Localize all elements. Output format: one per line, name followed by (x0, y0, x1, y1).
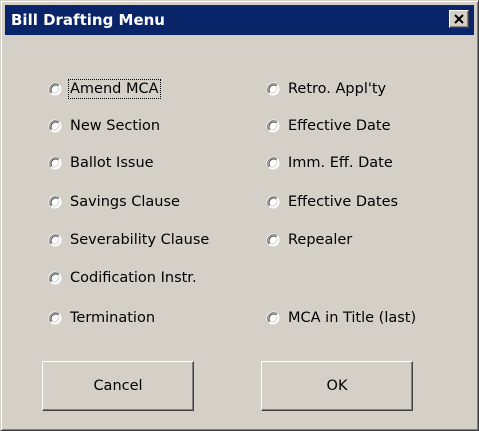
option-label: Repealer (288, 232, 353, 248)
radio-button-icon[interactable] (48, 233, 62, 247)
option-new-section[interactable]: New Section (48, 114, 161, 138)
radio-button-icon[interactable] (48, 156, 62, 170)
option-label: Codification Instr. (70, 270, 197, 286)
option-label: Effective Date (288, 118, 391, 134)
radio-button-icon[interactable] (266, 156, 280, 170)
radio-button-icon[interactable] (48, 195, 62, 209)
title-bar[interactable]: Bill Drafting Menu (5, 5, 474, 35)
option-retro-applty[interactable]: Retro. Appl'ty (266, 77, 387, 101)
option-label: Imm. Eff. Date (288, 155, 393, 171)
option-label: Amend MCA (68, 79, 161, 99)
radio-button-icon[interactable] (266, 195, 280, 209)
radio-button-icon[interactable] (48, 82, 62, 96)
option-savings-clause[interactable]: Savings Clause (48, 190, 181, 214)
option-label: Effective Dates (288, 194, 399, 210)
cancel-button[interactable]: Cancel (42, 361, 194, 411)
option-ballot-issue[interactable]: Ballot Issue (48, 151, 155, 175)
radio-button-icon[interactable] (48, 271, 62, 285)
radio-button-icon[interactable] (266, 82, 280, 96)
option-label: Savings Clause (70, 194, 180, 210)
close-button[interactable] (449, 10, 469, 28)
radio-button-icon[interactable] (266, 119, 280, 133)
option-label: Retro. Appl'ty (288, 81, 387, 97)
option-amend-mca[interactable]: Amend MCA (48, 77, 161, 101)
option-repealer[interactable]: Repealer (266, 228, 353, 252)
option-label: Severability Clause (70, 232, 210, 248)
window-title: Bill Drafting Menu (11, 11, 165, 29)
close-x-icon (454, 14, 464, 24)
option-termination[interactable]: Termination (48, 306, 156, 330)
option-label: MCA in Title (last) (288, 310, 417, 326)
option-label: New Section (70, 118, 161, 134)
ok-button[interactable]: OK (261, 361, 413, 411)
option-mca-in-title-last[interactable]: MCA in Title (last) (266, 306, 417, 330)
radio-button-icon[interactable] (266, 233, 280, 247)
radio-button-icon[interactable] (48, 311, 62, 325)
option-effective-date[interactable]: Effective Date (266, 114, 392, 138)
option-effective-dates[interactable]: Effective Dates (266, 190, 399, 214)
option-severability-clause[interactable]: Severability Clause (48, 228, 210, 252)
option-label: Ballot Issue (70, 155, 154, 171)
option-codification-instr[interactable]: Codification Instr. (48, 266, 198, 290)
radio-button-icon[interactable] (266, 311, 280, 325)
option-imm-eff-date[interactable]: Imm. Eff. Date (266, 151, 394, 175)
bill-drafting-dialog: Bill Drafting Menu Amend MCA New Section… (0, 0, 479, 431)
option-label: Termination (70, 310, 156, 326)
radio-button-icon[interactable] (48, 119, 62, 133)
